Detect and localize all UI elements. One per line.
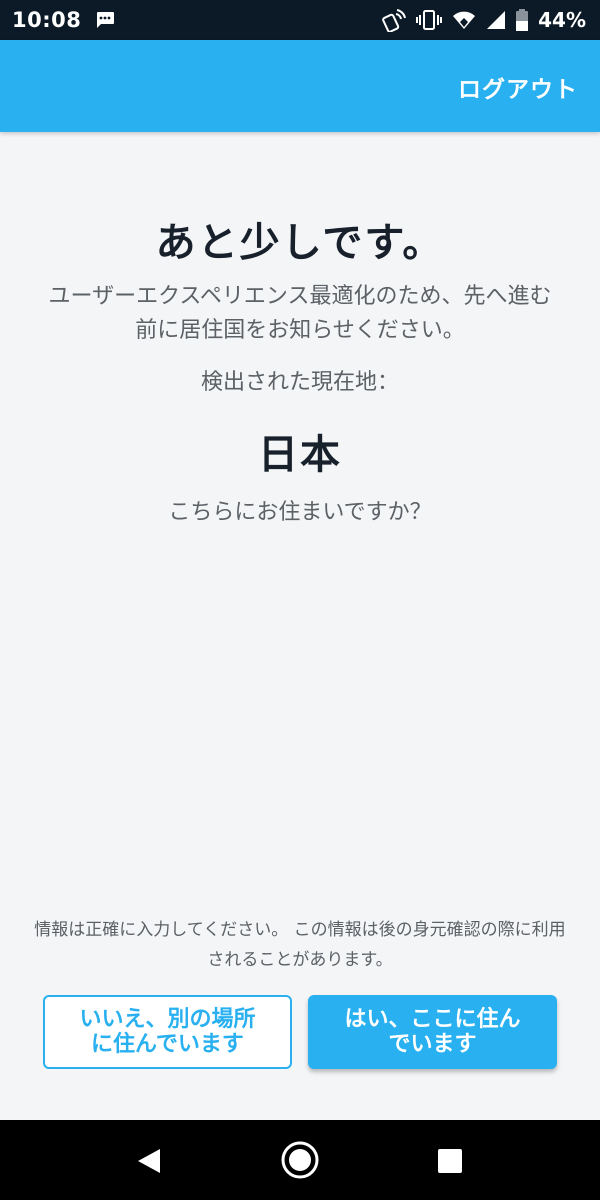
live-elsewhere-button[interactable]: いいえ、別の場所 に住んでいます (43, 995, 292, 1069)
message-icon (95, 11, 115, 29)
live-elsewhere-label: いいえ、別の場所 に住んでいます (79, 1007, 256, 1057)
battery-percent: 44% (538, 8, 586, 32)
vibrate-icon (416, 9, 443, 31)
status-time: 10:08 (12, 8, 82, 32)
residence-question: こちらにお住まいですか？ (168, 500, 432, 525)
description-text: ユーザーエクスペリエンス最適化のため、先へ進む前に居住国をお知らせください。 (48, 284, 552, 343)
page-title: あと少しです。 (155, 220, 445, 266)
battery-icon (516, 9, 529, 31)
live-here-button[interactable]: はい、ここに住ん でいます (308, 995, 557, 1069)
logout-button[interactable]: ログアウト (458, 70, 578, 104)
navigation-bar (0, 1120, 600, 1200)
main-content: あと少しです。 ユーザーエクスペリエンス最適化のため、先へ進む前に居住国をお知ら… (0, 132, 600, 1120)
recent-apps-icon[interactable] (437, 1148, 463, 1178)
home-icon[interactable] (280, 1140, 320, 1184)
app-bar: ログアウト (0, 40, 600, 132)
wifi-icon (452, 10, 476, 30)
detected-location-label: 検出された現在地： (200, 370, 399, 395)
accuracy-note: 情報は正確に入力してください。 この情報は後の身元確認の際に利用されることがあり… (34, 920, 566, 970)
status-bar: 10:08 44% (0, 0, 600, 40)
detected-country: 日本 (258, 432, 342, 478)
nfc-icon (382, 8, 407, 32)
back-icon[interactable] (136, 1148, 162, 1178)
live-here-label: はい、ここに住ん でいます (344, 1007, 521, 1057)
signal-icon (486, 10, 506, 30)
